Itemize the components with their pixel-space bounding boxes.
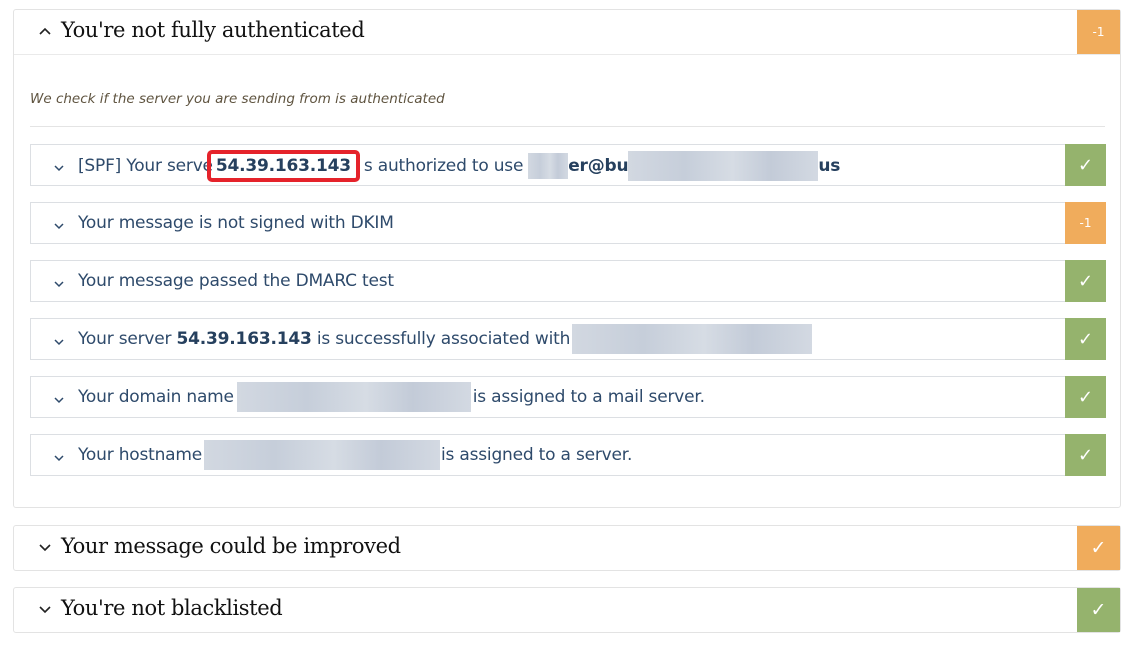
pass-badge: ✓ [1065, 260, 1106, 302]
chevron-down-icon[interactable] [53, 391, 65, 404]
check-row-server-association[interactable]: Your server 54.39.163.143 is successfull… [30, 318, 1106, 360]
penalty-badge: -1 [1065, 202, 1106, 244]
pass-badge: ✓ [1065, 434, 1106, 476]
spf-prefix: [SPF] Your serve [78, 156, 213, 176]
redacted-block [528, 153, 569, 179]
divider [30, 126, 1105, 127]
server-association-text: Your server 54.39.163.143 is successfull… [78, 324, 813, 354]
server-ip: 54.39.163.143 [176, 329, 312, 349]
check-row-spf[interactable]: [SPF] Your serve 54.39.163.143 s authori… [30, 144, 1106, 186]
chevron-down-icon[interactable] [38, 541, 52, 555]
chevron-down-icon[interactable] [53, 217, 65, 230]
blacklist-badge: ✓ [1077, 588, 1120, 632]
auth-panel: You're not fully authenticated -1 We che… [13, 9, 1121, 508]
redacted-block [628, 151, 819, 181]
improve-panel-header[interactable]: Your message could be improved ✓ [14, 526, 1120, 570]
chevron-down-icon[interactable] [53, 333, 65, 346]
auth-panel-header[interactable]: You're not fully authenticated -1 [14, 10, 1120, 54]
chevron-down-icon[interactable] [53, 275, 65, 288]
domain-text: Your domain name is assigned to a mail s… [78, 382, 705, 412]
redacted-block [572, 324, 813, 354]
check-row-dkim[interactable]: Your message is not signed with DKIM -1 [30, 202, 1106, 244]
dmarc-text: Your message passed the DMARC test [78, 271, 394, 291]
auth-panel-body: We check if the server you are sending f… [14, 54, 1120, 476]
redacted-block [236, 382, 471, 412]
blacklist-panel[interactable]: You're not blacklisted ✓ [13, 587, 1121, 633]
check-icon: ✓ [1077, 386, 1094, 408]
auth-panel-title: You're not fully authenticated [61, 18, 365, 42]
check-icon: ✓ [1090, 599, 1107, 621]
check-icon: ✓ [1077, 444, 1094, 466]
spf-middle: s authorized to use [363, 156, 524, 176]
auth-description: We check if the server you are sending f… [30, 91, 445, 107]
check-row-hostname[interactable]: Your hostname is assigned to a server. ✓ [30, 434, 1106, 476]
dkim-text: Your message is not signed with DKIM [78, 213, 394, 233]
chevron-down-icon[interactable] [38, 603, 52, 617]
pass-badge: ✓ [1065, 376, 1106, 418]
check-icon: ✓ [1077, 270, 1094, 292]
check-row-domain[interactable]: Your domain name is assigned to a mail s… [30, 376, 1106, 418]
check-icon: ✓ [1077, 328, 1094, 350]
check-icon: ✓ [1090, 537, 1107, 559]
pass-badge: ✓ [1065, 144, 1106, 186]
improve-panel-title: Your message could be improved [61, 534, 401, 558]
email-fragment-end: us [818, 156, 841, 176]
chevron-down-icon[interactable] [53, 159, 65, 172]
improve-panel[interactable]: Your message could be improved ✓ [13, 525, 1121, 571]
check-row-dmarc[interactable]: Your message passed the DMARC test ✓ [30, 260, 1106, 302]
redacted-block [204, 440, 441, 470]
hostname-text: Your hostname is assigned to a server. [78, 440, 632, 470]
highlighted-ip: 54.39.163.143 [206, 150, 360, 182]
chevron-up-icon[interactable] [38, 24, 52, 38]
pass-badge: ✓ [1065, 318, 1106, 360]
check-icon: ✓ [1077, 154, 1094, 176]
spf-text: [SPF] Your serve 54.39.163.143 s authori… [78, 150, 840, 182]
chevron-down-icon[interactable] [53, 449, 65, 462]
blacklist-panel-title: You're not blacklisted [61, 596, 283, 620]
email-fragment-start: er@bu [568, 156, 629, 176]
blacklist-panel-header[interactable]: You're not blacklisted ✓ [14, 588, 1120, 632]
improve-badge: ✓ [1077, 526, 1120, 570]
auth-score-badge: -1 [1077, 10, 1120, 54]
